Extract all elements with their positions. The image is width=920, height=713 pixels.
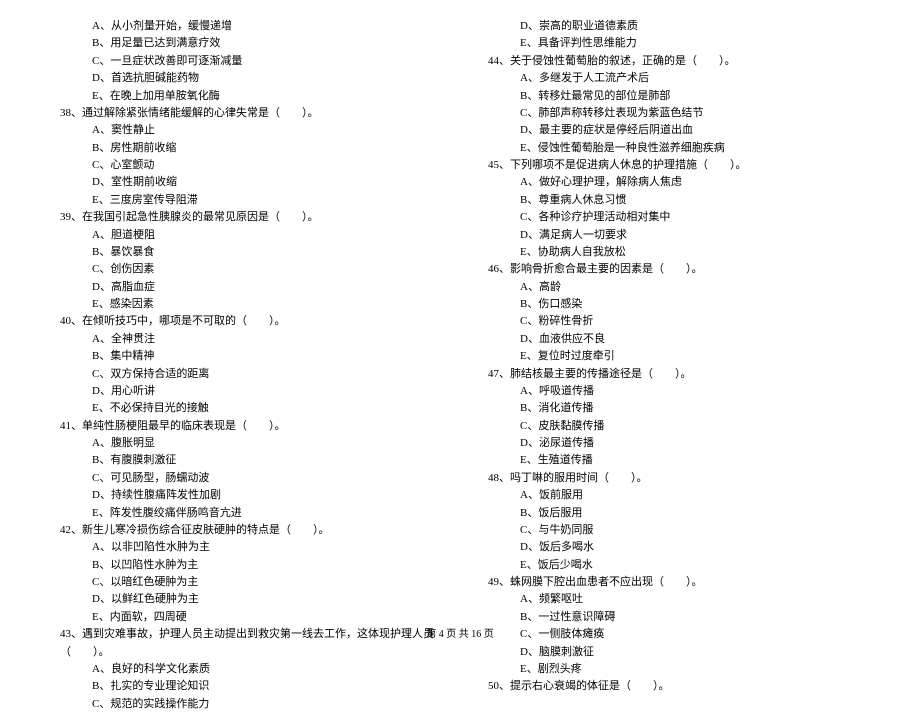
option-line: A、腹胀明显: [52, 435, 440, 452]
option-line: A、多继发于人工流产术后: [480, 70, 868, 87]
option-line: E、生殖道传播: [480, 452, 868, 469]
option-line: D、崇高的职业道德素质: [480, 18, 868, 35]
option-line: C、与牛奶同服: [480, 522, 868, 539]
option-line: D、室性期前收缩: [52, 174, 440, 191]
option-line: C、规范的实践操作能力: [52, 696, 440, 713]
option-line: E、三度房室传导阻滞: [52, 192, 440, 209]
option-line: C、肺部声称转移灶表现为紫蓝色结节: [480, 105, 868, 122]
option-line: E、剧烈头疼: [480, 661, 868, 678]
option-line: D、泌尿道传播: [480, 435, 868, 452]
option-line: B、饭后服用: [480, 505, 868, 522]
option-line: A、全神贯注: [52, 331, 440, 348]
question-line: 46、影响骨折愈合最主要的因素是（ ）。: [480, 261, 868, 278]
question-line: 41、单纯性肠梗阻最早的临床表现是（ ）。: [52, 418, 440, 435]
option-line: E、具备评判性思维能力: [480, 35, 868, 52]
option-line: D、用心听讲: [52, 383, 440, 400]
option-line: A、胆道梗阻: [52, 227, 440, 244]
option-line: D、满足病人一切要求: [480, 227, 868, 244]
option-line: A、从小剂量开始，缓慢递增: [52, 18, 440, 35]
option-line: C、各种诊疗护理活动相对集中: [480, 209, 868, 226]
option-line: C、双方保持合适的距离: [52, 366, 440, 383]
option-line: A、呼吸道传播: [480, 383, 868, 400]
option-line: D、饭后多喝水: [480, 539, 868, 556]
right-column: D、崇高的职业道德素质E、具备评判性思维能力44、关于侵蚀性葡萄胎的叙述，正确的…: [480, 18, 868, 608]
option-line: B、以凹陷性水肿为主: [52, 557, 440, 574]
question-line: 45、下列哪项不是促进病人休息的护理措施（ ）。: [480, 157, 868, 174]
option-line: C、创伤因素: [52, 261, 440, 278]
question-line: 42、新生儿寒冷损伤综合征皮肤硬肿的特点是（ ）。: [52, 522, 440, 539]
option-line: B、伤口感染: [480, 296, 868, 313]
option-line: B、尊重病人休息习惯: [480, 192, 868, 209]
option-line: A、饭前服用: [480, 487, 868, 504]
option-line: D、脑膜刺激征: [480, 644, 868, 661]
option-line: E、复位时过度牵引: [480, 348, 868, 365]
option-line: B、集中精神: [52, 348, 440, 365]
question-line: 50、提示右心衰竭的体征是（ ）。: [480, 678, 868, 695]
option-line: B、有腹膜刺激征: [52, 452, 440, 469]
option-line: E、感染因素: [52, 296, 440, 313]
option-line: C、可见肠型，肠蠕动波: [52, 470, 440, 487]
option-line: C、心室颤动: [52, 157, 440, 174]
question-line: 44、关于侵蚀性葡萄胎的叙述，正确的是（ ）。: [480, 53, 868, 70]
page-footer: 第 4 页 共 16 页: [0, 625, 920, 640]
option-line: B、消化道传播: [480, 400, 868, 417]
option-line: A、良好的科学文化素质: [52, 661, 440, 678]
content-columns: A、从小剂量开始，缓慢递增B、用足量已达到满意疗效C、一旦症状改善即可逐渐减量D…: [52, 18, 868, 608]
option-line: B、用足量已达到满意疗效: [52, 35, 440, 52]
question-line: 39、在我国引起急性胰腺炎的最常见原因是（ ）。: [52, 209, 440, 226]
left-column: A、从小剂量开始，缓慢递增B、用足量已达到满意疗效C、一旦症状改善即可逐渐减量D…: [52, 18, 440, 608]
option-line: E、饭后少喝水: [480, 557, 868, 574]
option-line: E、阵发性腹绞痛伴肠鸣音亢进: [52, 505, 440, 522]
option-line: C、以暗红色硬肿为主: [52, 574, 440, 591]
option-line: E、不必保持目光的接触: [52, 400, 440, 417]
option-line: B、房性期前收缩: [52, 140, 440, 157]
option-line: B、一过性意识障碍: [480, 609, 868, 626]
option-line: C、粉碎性骨折: [480, 313, 868, 330]
option-line: A、频繁呕吐: [480, 591, 868, 608]
option-line: D、血液供应不良: [480, 331, 868, 348]
option-line: D、首选抗胆碱能药物: [52, 70, 440, 87]
option-line: E、侵蚀性葡萄胎是一种良性滋养细胞疾病: [480, 140, 868, 157]
option-line: A、高龄: [480, 279, 868, 296]
option-line: A、以非凹陷性水肿为主: [52, 539, 440, 556]
option-line: D、高脂血症: [52, 279, 440, 296]
question-line: 47、肺结核最主要的传播途径是（ ）。: [480, 366, 868, 383]
question-line: 40、在倾听技巧中，哪项是不可取的（ ）。: [52, 313, 440, 330]
option-line: C、一旦症状改善即可逐渐减量: [52, 53, 440, 70]
option-line: B、暴饮暴食: [52, 244, 440, 261]
question-line: 48、吗丁啉的服用时间（ ）。: [480, 470, 868, 487]
question-line: 49、蛛网膜下腔出血患者不应出现（ ）。: [480, 574, 868, 591]
question-line: 38、通过解除紧张情绪能缓解的心律失常是（ ）。: [52, 105, 440, 122]
option-line: D、持续性腹痛阵发性加剧: [52, 487, 440, 504]
option-line: A、窦性静止: [52, 122, 440, 139]
option-line: E、内面软，四周硬: [52, 609, 440, 626]
option-line: D、以鲜红色硬肿为主: [52, 591, 440, 608]
option-line: E、在晚上加用单胺氧化酶: [52, 88, 440, 105]
option-line: E、协助病人自我放松: [480, 244, 868, 261]
option-line: C、皮肤黏膜传播: [480, 418, 868, 435]
option-line: D、最主要的症状是停经后阴道出血: [480, 122, 868, 139]
option-line: B、转移灶最常见的部位是肺部: [480, 88, 868, 105]
option-line: B、扎实的专业理论知识: [52, 678, 440, 695]
option-line: A、做好心理护理，解除病人焦虑: [480, 174, 868, 191]
